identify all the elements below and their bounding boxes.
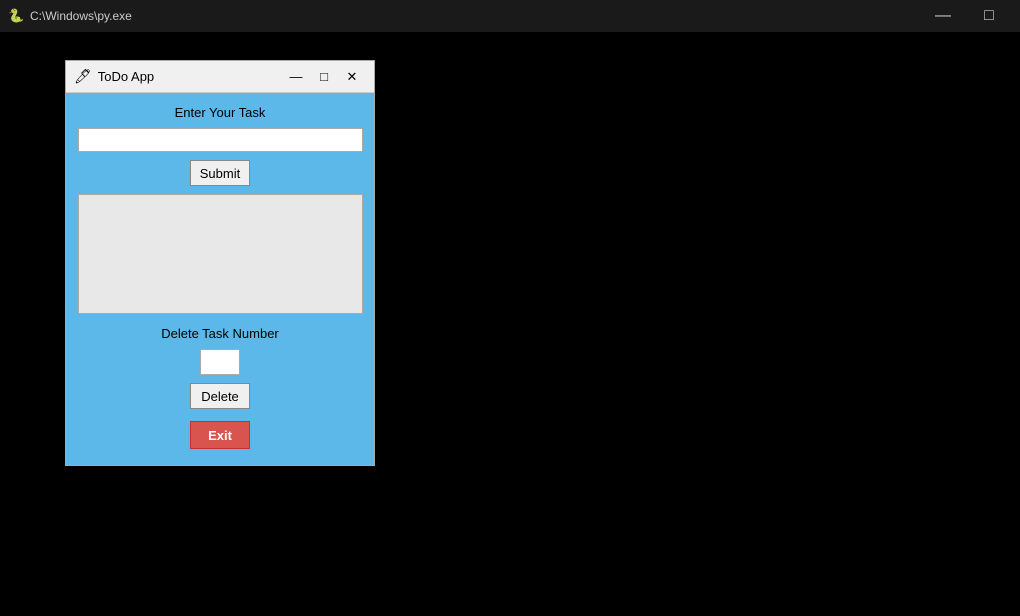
enter-task-label: Enter Your Task	[175, 105, 266, 120]
taskbar-maximize-button[interactable]: □	[966, 0, 1012, 32]
delete-task-label: Delete Task Number	[161, 326, 279, 341]
task-listbox[interactable]	[78, 194, 363, 314]
window-minimize-button[interactable]: —	[282, 66, 310, 88]
exit-button[interactable]: Exit	[190, 421, 250, 449]
window-controls: — □ ✕	[282, 66, 366, 88]
window-close-button[interactable]: ✕	[338, 66, 366, 88]
task-input[interactable]	[78, 128, 363, 152]
taskbar-controls: — □	[920, 0, 1012, 32]
taskbar-title: C:\Windows\py.exe	[30, 9, 132, 23]
submit-button[interactable]: Submit	[190, 160, 250, 186]
window-title: ToDo App	[98, 69, 282, 84]
delete-number-input[interactable]	[200, 349, 240, 375]
window-app-icon: 🖊	[74, 68, 92, 85]
delete-button[interactable]: Delete	[190, 383, 250, 409]
taskbar: 🐍 C:\Windows\py.exe — □	[0, 0, 1020, 32]
app-window: 🖊 ToDo App — □ ✕ Enter Your Task Submit …	[65, 60, 375, 466]
window-titlebar: 🖊 ToDo App — □ ✕	[66, 61, 374, 93]
window-maximize-button[interactable]: □	[310, 66, 338, 88]
taskbar-app-icon: 🐍	[8, 8, 24, 24]
taskbar-minimize-button[interactable]: —	[920, 0, 966, 32]
window-content: Enter Your Task Submit Delete Task Numbe…	[66, 93, 374, 465]
